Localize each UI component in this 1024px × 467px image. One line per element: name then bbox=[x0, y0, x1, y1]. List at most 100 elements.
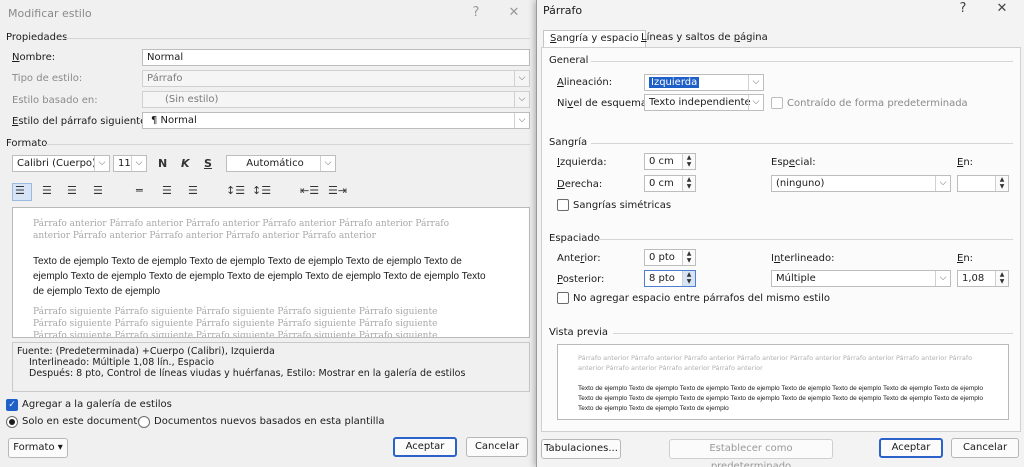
divider bbox=[64, 38, 530, 39]
right-indent-label: Derecha: bbox=[557, 179, 603, 190]
tab-indent-spacing[interactable]: Sangría y espacio bbox=[543, 30, 646, 48]
set-default-button[interactable]: Establecer como predeterminado bbox=[669, 439, 833, 467]
line-spacing-select[interactable]: Múltiple ⌵ bbox=[771, 270, 951, 287]
dialog-title: Modificar estilo bbox=[8, 7, 92, 20]
chevron-down-icon: ⌵ bbox=[131, 156, 146, 171]
based-on-label: Estilo basado en: bbox=[12, 95, 98, 106]
chevron-down-icon: ⌵ bbox=[748, 95, 763, 110]
onehalf-spacing-icon[interactable]: ☰ bbox=[162, 184, 172, 197]
properties-header: Propiedades bbox=[6, 32, 68, 43]
dialog-title: Párrafo bbox=[543, 4, 583, 17]
alignment-select[interactable]: Izquierda ⌵ bbox=[644, 74, 764, 91]
style-type-label: Tipo de estilo: bbox=[12, 73, 83, 84]
decrease-spacing-icon[interactable]: ↕☰ bbox=[252, 184, 271, 197]
new-documents-radio[interactable] bbox=[138, 416, 150, 428]
next-style-select[interactable]: ¶ Normal ⌵ bbox=[142, 112, 530, 129]
only-this-document-label: Solo en este documento bbox=[22, 416, 144, 427]
special-select[interactable]: (ninguno) ⌵ bbox=[771, 175, 951, 192]
chevron-down-icon: ⌵ bbox=[935, 176, 950, 191]
spinner[interactable]: ▲ ▼ bbox=[682, 176, 695, 191]
tabs-button[interactable]: Tabulaciones... bbox=[541, 439, 621, 459]
divider bbox=[46, 144, 530, 145]
font-size-select[interactable]: 11 ⌵ bbox=[113, 155, 147, 172]
paragraph-dialog: Párrafo ? ✕ Sangría y espacio Líneas y s… bbox=[536, 0, 1024, 467]
description-line: Después: 8 pto, Control de líneas viudas… bbox=[29, 368, 466, 379]
no-space-label: No agregar espacio entre párrafos del mi… bbox=[573, 293, 830, 304]
divider bbox=[591, 61, 1013, 62]
at-label: En: bbox=[957, 253, 974, 264]
general-header: General bbox=[549, 55, 589, 66]
preview-next-paragraph: Párrafo siguiente Párrafo siguiente Párr… bbox=[33, 307, 438, 338]
double-spacing-icon[interactable]: ☰ bbox=[188, 184, 198, 197]
format-menu-button[interactable]: Formato ▾ bbox=[8, 438, 68, 458]
increase-spacing-icon[interactable]: ↕☰ bbox=[226, 184, 245, 197]
cancel-button[interactable]: Cancelar bbox=[951, 438, 1019, 458]
style-type-select[interactable]: Párrafo ⌵ bbox=[142, 70, 530, 87]
font-color-select[interactable]: Automático ⌵ bbox=[226, 155, 336, 172]
spacing-before-label: Anterior: bbox=[557, 253, 601, 264]
chevron-down-icon: ⌵ bbox=[320, 156, 335, 171]
justify-icon[interactable]: ☰ bbox=[93, 184, 103, 197]
underline-button[interactable]: S bbox=[204, 157, 212, 170]
spacing-before-input[interactable]: 0 pto ▲ ▼ bbox=[644, 249, 696, 266]
preview-header: Vista previa bbox=[549, 327, 609, 338]
next-style-label: Estilo del párrafo siguiente: bbox=[12, 116, 150, 127]
preview-sample-text: Texto de ejemplo Texto de ejemplo Texto … bbox=[33, 256, 486, 297]
decrease-indent-icon[interactable]: ⇤☰ bbox=[300, 184, 319, 197]
outline-level-select[interactable]: Texto independiente ⌵ bbox=[644, 94, 764, 111]
no-space-checkbox[interactable] bbox=[557, 292, 569, 304]
font-select[interactable]: Calibri (Cuerpo) ⌵ bbox=[12, 155, 110, 172]
spacing-after-label: Posterior: bbox=[557, 274, 605, 285]
collapsed-checkbox[interactable] bbox=[771, 97, 783, 109]
modify-style-dialog: Modificar estilo ? ✕ Propiedades Nombre:… bbox=[0, 0, 536, 467]
left-indent-input[interactable]: 0 cm ▲ ▼ bbox=[644, 153, 696, 170]
help-icon[interactable]: ? bbox=[953, 0, 973, 18]
divider bbox=[613, 333, 1013, 334]
by-input[interactable]: ▲ ▼ bbox=[957, 175, 1009, 192]
align-left-icon[interactable]: ☰ bbox=[15, 184, 25, 197]
help-icon[interactable]: ? bbox=[466, 4, 486, 22]
description-line: Fuente: (Predeterminada) +Cuerpo (Calibr… bbox=[17, 346, 275, 357]
spinner[interactable]: ▲ ▼ bbox=[682, 250, 695, 265]
preview-previous-paragraph: Párrafo anterior Párrafo anterior Párraf… bbox=[578, 354, 973, 372]
ok-button[interactable]: Aceptar bbox=[879, 438, 943, 458]
title-bar: Modificar estilo ? ✕ bbox=[0, 0, 536, 26]
align-center-icon[interactable]: ☰ bbox=[42, 184, 52, 197]
only-this-document-radio[interactable] bbox=[6, 416, 18, 428]
chevron-down-icon: ⌵ bbox=[94, 156, 109, 171]
spinner[interactable]: ▲ ▼ bbox=[682, 154, 695, 169]
add-to-gallery-checkbox[interactable]: ✓ bbox=[6, 399, 18, 411]
right-indent-input[interactable]: 0 cm ▲ ▼ bbox=[644, 175, 696, 192]
style-preview: Párrafo anterior Párrafo anterior Párraf… bbox=[12, 207, 530, 338]
divider bbox=[591, 143, 1013, 144]
bold-button[interactable]: N bbox=[158, 157, 167, 170]
cancel-button[interactable]: Cancelar bbox=[466, 437, 528, 457]
increase-indent-icon[interactable]: ☰⇥ bbox=[328, 184, 347, 197]
align-right-icon[interactable]: ☰ bbox=[67, 184, 77, 197]
name-input[interactable]: Normal bbox=[142, 49, 530, 66]
spacing-after-input[interactable]: 8 pto ▲ ▼ bbox=[644, 270, 696, 287]
spacing-header: Espaciado bbox=[549, 233, 600, 244]
chevron-down-icon: ⌵ bbox=[514, 113, 529, 128]
add-to-gallery-label: Agregar a la galería de estilos bbox=[22, 399, 172, 410]
close-icon[interactable]: ✕ bbox=[992, 0, 1012, 18]
italic-button[interactable]: K bbox=[181, 157, 190, 170]
outline-level-label: Nivel de esquema: bbox=[557, 98, 651, 109]
spinner[interactable]: ▲ ▼ bbox=[995, 271, 1008, 286]
single-spacing-icon[interactable]: ═ bbox=[136, 184, 143, 197]
at-input[interactable]: 1,08 ▲ ▼ bbox=[957, 270, 1009, 287]
paragraph-preview: Párrafo anterior Párrafo anterior Párraf… bbox=[557, 344, 1009, 420]
spinner[interactable]: ▲ ▼ bbox=[995, 176, 1008, 191]
spinner[interactable]: ▲ ▼ bbox=[682, 271, 695, 286]
description-line: Interlineado: Múltiple 1,08 lín., Espaci… bbox=[29, 357, 215, 368]
chevron-down-icon: ⌵ bbox=[748, 75, 763, 90]
preview-previous-paragraph: Párrafo anterior Párrafo anterior Párraf… bbox=[33, 219, 450, 241]
close-icon[interactable]: ✕ bbox=[504, 4, 524, 22]
based-on-select[interactable]: (Sin estilo) ⌵ bbox=[142, 91, 530, 108]
tab-line-page-breaks[interactable]: Líneas y saltos de página bbox=[635, 30, 774, 48]
divider bbox=[597, 239, 1013, 240]
mirror-indents-label: Sangrías simétricas bbox=[573, 200, 672, 211]
mirror-indents-checkbox[interactable] bbox=[557, 199, 569, 211]
chevron-down-icon: ⌵ bbox=[935, 271, 950, 286]
ok-button[interactable]: Aceptar bbox=[393, 437, 457, 457]
